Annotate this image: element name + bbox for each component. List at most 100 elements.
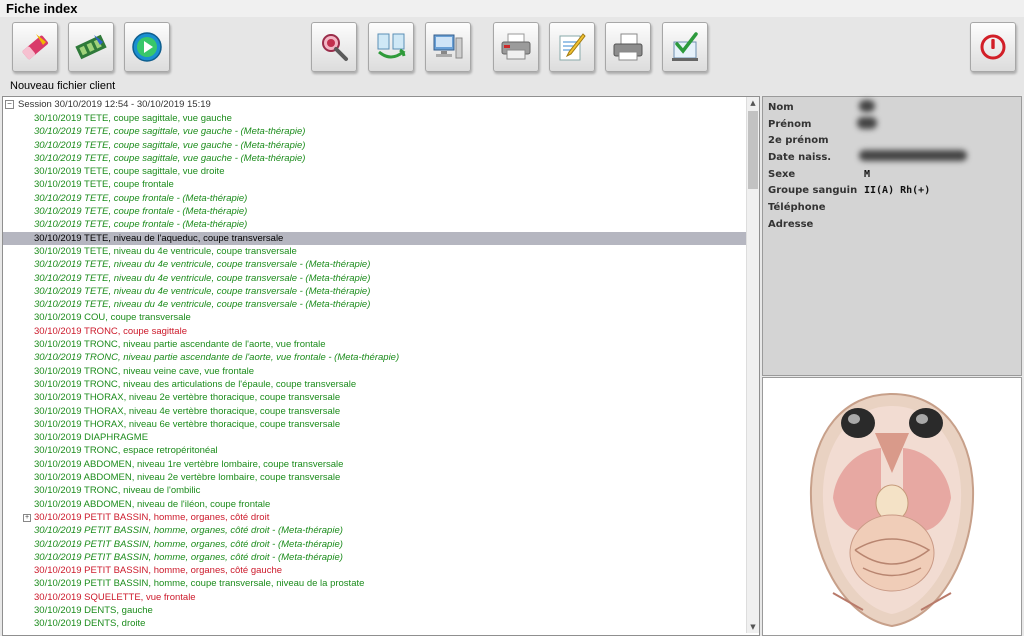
session-item-label: 30/10/2019 TETE, niveau du 4e ventricule…: [34, 285, 371, 297]
window-title: Fiche index: [6, 1, 78, 16]
session-item-label: 30/10/2019 PETIT BASSIN, homme, coupe tr…: [34, 578, 365, 590]
session-item-label: 30/10/2019 TETE, niveau du 4e ventricule…: [34, 245, 297, 257]
session-item-label: 30/10/2019 TETE, niveau du 4e ventricule…: [34, 259, 371, 271]
anatomy-image-panel: [762, 377, 1022, 636]
adresse-label: Adresse: [768, 219, 814, 230]
session-item[interactable]: 30/10/2019 TETE, coupe sagittale, vue ga…: [3, 152, 746, 165]
session-item[interactable]: 30/10/2019 ABDOMEN, niveau 1re vertèbre …: [3, 458, 746, 471]
session-header[interactable]: − Session 30/10/2019 12:54 - 30/10/2019 1…: [5, 99, 211, 112]
groupe-sanguin-value: II(A) Rh(+): [864, 185, 931, 196]
session-item-label: 30/10/2019 TRONC, coupe sagittale: [34, 325, 187, 337]
session-item-label: 30/10/2019 TETE, coupe sagittale, vue ga…: [34, 126, 306, 138]
session-item[interactable]: 30/10/2019 TRONC, espace retropéritonéal: [3, 444, 746, 457]
session-item[interactable]: 30/10/2019 TETE, niveau du 4e ventricule…: [3, 298, 746, 311]
session-item[interactable]: 30/10/2019 TRONC, niveau de l'ombilic: [3, 484, 746, 497]
scroll-thumb[interactable]: [748, 111, 758, 189]
session-item-label: 30/10/2019 TETE, niveau du 4e ventricule…: [34, 272, 371, 284]
session-item[interactable]: 30/10/2019 TETE, coupe frontale: [3, 178, 746, 191]
vertical-scrollbar[interactable]: ▲ ▼: [746, 97, 759, 633]
session-item[interactable]: 30/10/2019 THORAX, niveau 6e vertèbre th…: [3, 418, 746, 431]
date-naiss-label: Date naiss.: [768, 152, 832, 163]
session-item-label: 30/10/2019 TETE, coupe frontale - (Meta-…: [34, 192, 248, 204]
session-item[interactable]: 30/10/2019 TETE, coupe sagittale, vue ga…: [3, 125, 746, 138]
power-button[interactable]: [970, 22, 1016, 72]
eraser-button[interactable]: [12, 22, 58, 72]
session-item[interactable]: 30/10/2019 TETE, coupe frontale - (Meta-…: [3, 218, 746, 231]
session-item-label: 30/10/2019 PETIT BASSIN, homme, organes,…: [34, 565, 283, 577]
validate-button[interactable]: [662, 22, 708, 72]
nom-label: Nom: [768, 102, 794, 113]
session-item[interactable]: 30/10/2019 TETE, coupe sagittale, vue dr…: [3, 165, 746, 178]
session-item[interactable]: 30/10/2019 DENTS, droite: [3, 617, 746, 630]
session-item[interactable]: 30/10/2019 PETIT BASSIN, homme, organes,…: [3, 564, 746, 577]
print-button[interactable]: [493, 22, 539, 72]
session-item[interactable]: 30/10/2019 DIAPHRAGME: [3, 431, 746, 444]
telephone-label: Téléphone: [768, 202, 826, 213]
edit-button[interactable]: [549, 22, 595, 72]
session-item-label: 30/10/2019 DENTS, gauche: [34, 604, 153, 616]
magnifier-icon: [322, 34, 348, 61]
session-item[interactable]: 30/10/2019 TETE, coupe frontale - (Meta-…: [3, 205, 746, 218]
session-item[interactable]: 30/10/2019 COU, coupe transversale: [3, 311, 746, 324]
session-item[interactable]: 30/10/2019 THORAX, niveau 2e vertèbre th…: [3, 391, 746, 404]
computer-icon: [433, 34, 463, 59]
session-item-label: 30/10/2019 TRONC, niveau des articulatio…: [34, 378, 357, 390]
session-item-label: 30/10/2019 DENTS, droite: [34, 618, 146, 630]
session-item[interactable]: 30/10/2019 PETIT BASSIN, homme, coupe tr…: [3, 577, 746, 590]
session-item-label: 30/10/2019 TETE, coupe frontale: [34, 179, 174, 191]
session-item-label: 30/10/2019 PETIT BASSIN, homme, organes,…: [34, 511, 270, 523]
session-item[interactable]: +30/10/2019 PETIT BASSIN, homme, organes…: [3, 511, 746, 524]
collapse-icon[interactable]: −: [5, 99, 14, 109]
session-item-label: 30/10/2019 TETE, coupe sagittale, vue ga…: [34, 139, 306, 151]
groupe-sanguin-label: Groupe sanguin: [768, 185, 858, 196]
session-item[interactable]: 30/10/2019 TETE, niveau du 4e ventricule…: [3, 258, 746, 271]
session-item-label: 30/10/2019 ABDOMEN, niveau 1re vertèbre …: [34, 458, 344, 470]
session-item[interactable]: 30/10/2019 TETE, niveau du 4e ventricule…: [3, 245, 746, 258]
inspect-button[interactable]: [311, 22, 357, 72]
session-item[interactable]: 30/10/2019 TRONC, niveau veine cave, vue…: [3, 365, 746, 378]
session-item[interactable]: 30/10/2019 PETIT BASSIN, homme, organes,…: [3, 524, 746, 537]
session-item[interactable]: 30/10/2019 TETE, coupe sagittale, vue ga…: [3, 112, 746, 125]
eraser-icon: [22, 34, 48, 60]
toolbar-status-label: Nouveau fichier client: [10, 80, 116, 92]
session-item-label: 30/10/2019 PETIT BASSIN, homme, organes,…: [34, 551, 343, 563]
session-item[interactable]: 30/10/2019 TRONC, niveau partie ascendan…: [3, 338, 746, 351]
session-item-label: 30/10/2019 TETE, niveau de l'aqueduc, co…: [34, 232, 284, 244]
session-item[interactable]: 30/10/2019 TETE, niveau de l'aqueduc, co…: [3, 231, 746, 245]
window-titlebar: Fiche index: [0, 0, 1024, 18]
session-item[interactable]: 30/10/2019 TETE, niveau du 4e ventricule…: [3, 272, 746, 285]
session-item[interactable]: 30/10/2019 TRONC, coupe sagittale: [3, 325, 746, 338]
session-item-label: 30/10/2019 THORAX, niveau 2e vertèbre th…: [34, 392, 341, 404]
session-item-label: 30/10/2019 PETIT BASSIN, homme, organes,…: [34, 538, 343, 550]
sexe-value: M: [864, 169, 871, 180]
session-item[interactable]: 30/10/2019 TETE, coupe frontale - (Meta-…: [3, 192, 746, 205]
session-item[interactable]: 30/10/2019 TETE, niveau du 4e ventricule…: [3, 285, 746, 298]
transfer-button[interactable]: [368, 22, 414, 72]
film-icon: [75, 34, 107, 60]
nom-redacted: [859, 100, 875, 112]
expand-icon[interactable]: +: [23, 513, 31, 522]
session-item[interactable]: 30/10/2019 PETIT BASSIN, homme, organes,…: [3, 551, 746, 564]
session-item[interactable]: 30/10/2019 TETE, coupe sagittale, vue ga…: [3, 139, 746, 152]
second-prenom-label: 2e prénom: [768, 135, 829, 146]
session-item-label: 30/10/2019 TRONC, niveau de l'ombilic: [34, 485, 201, 497]
prenom-label: Prénom: [768, 119, 812, 130]
play-button[interactable]: [124, 22, 170, 72]
scroll-down-arrow-icon[interactable]: ▼: [747, 621, 759, 633]
session-item[interactable]: 30/10/2019 PETIT BASSIN, homme, organes,…: [3, 538, 746, 551]
film-button[interactable]: [68, 22, 114, 72]
session-tree[interactable]: − Session 30/10/2019 12:54 - 30/10/2019 1…: [2, 96, 760, 636]
session-item[interactable]: 30/10/2019 ABDOMEN, niveau 2e vertèbre l…: [3, 471, 746, 484]
session-item[interactable]: 30/10/2019 TRONC, niveau des articulatio…: [3, 378, 746, 391]
session-item[interactable]: 30/10/2019 ABDOMEN, niveau de l'iléon, c…: [3, 498, 746, 511]
session-item[interactable]: 30/10/2019 TRONC, niveau partie ascendan…: [3, 351, 746, 364]
computer-button[interactable]: [425, 22, 471, 72]
transfer-icon: [377, 33, 406, 59]
scroll-up-arrow-icon[interactable]: ▲: [747, 97, 759, 109]
fax-button[interactable]: [605, 22, 651, 72]
session-item-label: 30/10/2019 TRONC, niveau partie ascendan…: [34, 339, 326, 351]
fax-icon: [613, 33, 643, 61]
session-item[interactable]: 30/10/2019 SQUELETTE, vue frontale: [3, 591, 746, 604]
session-item[interactable]: 30/10/2019 THORAX, niveau 4e vertèbre th…: [3, 405, 746, 418]
session-item[interactable]: 30/10/2019 DENTS, gauche: [3, 604, 746, 617]
